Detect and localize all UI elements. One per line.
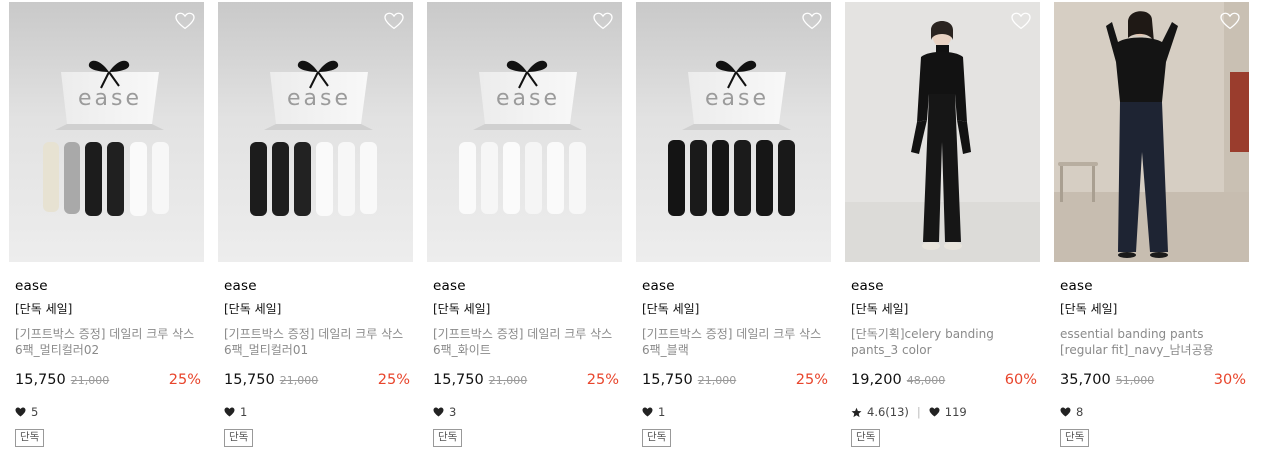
price-row: 15,750 21,000 25% [433, 372, 619, 388]
sale-price: 15,750 [433, 372, 484, 388]
rating: 4.6(13) [867, 405, 909, 419]
product-image[interactable] [1054, 2, 1249, 262]
heart-icon [224, 407, 235, 417]
product-image[interactable] [218, 2, 413, 262]
product-card[interactable]: ease [단독 세일] essential banding pants [re… [1054, 2, 1249, 447]
sale-tag: [단독 세일] [851, 302, 909, 316]
likes-row: 3 [433, 405, 622, 419]
heart-icon [1060, 407, 1071, 417]
exclusive-badge: 단독 [1060, 429, 1090, 447]
brand-name[interactable]: ease [851, 278, 1040, 294]
heart-icon [15, 407, 26, 417]
heart-icon [929, 407, 940, 417]
like-count: 1 [240, 405, 248, 419]
original-price: 21,000 [70, 374, 110, 387]
exclusive-badge: 단독 [15, 429, 45, 447]
likes-row: 1 [642, 405, 831, 419]
price-row: 19,200 48,000 60% [851, 372, 1037, 388]
product-name[interactable]: [기프트박스 증정] 데일리 크루 삭스 6팩_멀티컬러02 [15, 326, 203, 360]
like-count: 1 [658, 405, 666, 419]
exclusive-badge: 단독 [433, 429, 463, 447]
price-row: 15,750 21,000 25% [224, 372, 410, 388]
discount-rate: 25% [377, 372, 410, 388]
model-photo [1054, 2, 1249, 262]
model-photo [845, 2, 1040, 262]
sale-price: 15,750 [642, 372, 693, 388]
product-card[interactable]: ease [단독 세일] [기프트박스 증정] 데일리 크루 삭스 6팩_멀티컬… [9, 2, 204, 447]
product-name[interactable]: essential banding pants [regular fit]_na… [1060, 326, 1248, 360]
like-count: 8 [1076, 405, 1084, 419]
product-grid: ease [단독 세일] [기프트박스 증정] 데일리 크루 삭스 6팩_멀티컬… [9, 2, 1249, 447]
wishlist-heart-icon[interactable] [384, 11, 404, 31]
exclusive-badge: 단독 [851, 429, 881, 447]
product-name[interactable]: [기프트박스 증정] 데일리 크루 삭스 6팩_멀티컬러01 [224, 326, 412, 360]
gift-box-socks-image [427, 2, 622, 262]
wishlist-heart-icon[interactable] [1220, 11, 1240, 31]
sale-price: 15,750 [224, 372, 275, 388]
likes-row: 1 [224, 405, 413, 419]
like-count: 3 [449, 405, 457, 419]
product-name[interactable]: [기프트박스 증정] 데일리 크루 삭스 6팩_블랙 [642, 326, 830, 360]
product-image[interactable] [9, 2, 204, 262]
heart-icon [642, 407, 653, 417]
brand-name[interactable]: ease [642, 278, 831, 294]
original-price: 21,000 [697, 374, 737, 387]
product-image[interactable] [427, 2, 622, 262]
product-card[interactable]: ease [단독 세일] [단독기획]celery banding pants_… [845, 2, 1040, 447]
sale-tag: [단독 세일] [1060, 302, 1118, 316]
wishlist-heart-icon[interactable] [1011, 11, 1031, 31]
likes-row: 5 [15, 405, 204, 419]
gift-box-socks-image [9, 2, 204, 262]
product-card[interactable]: ease [단독 세일] [기프트박스 증정] 데일리 크루 삭스 6팩_화이트… [427, 2, 622, 447]
discount-rate: 60% [1004, 372, 1037, 388]
product-image[interactable] [845, 2, 1040, 262]
original-price: 21,000 [488, 374, 528, 387]
wishlist-heart-icon[interactable] [175, 11, 195, 31]
sale-tag: [단독 세일] [642, 302, 700, 316]
product-name[interactable]: [기프트박스 증정] 데일리 크루 삭스 6팩_화이트 [433, 326, 621, 360]
price-row: 35,700 51,000 30% [1060, 372, 1246, 388]
brand-name[interactable]: ease [15, 278, 204, 294]
original-price: 51,000 [1115, 374, 1155, 387]
like-count: 119 [944, 405, 967, 419]
discount-rate: 30% [1213, 372, 1246, 388]
wishlist-heart-icon[interactable] [802, 11, 822, 31]
product-name[interactable]: [단독기획]celery banding pants_3 color [851, 326, 1039, 360]
likes-row: 8 [1060, 405, 1249, 419]
rating-likes-row: 4.6(13) | 119 [851, 405, 1040, 419]
discount-rate: 25% [586, 372, 619, 388]
sale-price: 15,750 [15, 372, 66, 388]
star-icon [851, 407, 862, 417]
discount-rate: 25% [795, 372, 828, 388]
product-card[interactable]: ease [단독 세일] [기프트박스 증정] 데일리 크루 삭스 6팩_블랙 … [636, 2, 831, 447]
exclusive-badge: 단독 [224, 429, 254, 447]
sale-tag: [단독 세일] [433, 302, 491, 316]
brand-name[interactable]: ease [433, 278, 622, 294]
sale-tag: [단독 세일] [224, 302, 282, 316]
product-image[interactable] [636, 2, 831, 262]
gift-box-socks-image [636, 2, 831, 262]
wishlist-heart-icon[interactable] [593, 11, 613, 31]
heart-icon [433, 407, 444, 417]
divider: | [916, 405, 921, 419]
brand-name[interactable]: ease [224, 278, 413, 294]
original-price: 21,000 [279, 374, 319, 387]
gift-box-socks-image [218, 2, 413, 262]
exclusive-badge: 단독 [642, 429, 672, 447]
sale-price: 19,200 [851, 372, 902, 388]
original-price: 48,000 [906, 374, 946, 387]
like-count: 5 [31, 405, 39, 419]
product-card[interactable]: ease [단독 세일] [기프트박스 증정] 데일리 크루 삭스 6팩_멀티컬… [218, 2, 413, 447]
price-row: 15,750 21,000 25% [642, 372, 828, 388]
discount-rate: 25% [168, 372, 201, 388]
sale-tag: [단독 세일] [15, 302, 73, 316]
sale-price: 35,700 [1060, 372, 1111, 388]
price-row: 15,750 21,000 25% [15, 372, 201, 388]
brand-name[interactable]: ease [1060, 278, 1249, 294]
